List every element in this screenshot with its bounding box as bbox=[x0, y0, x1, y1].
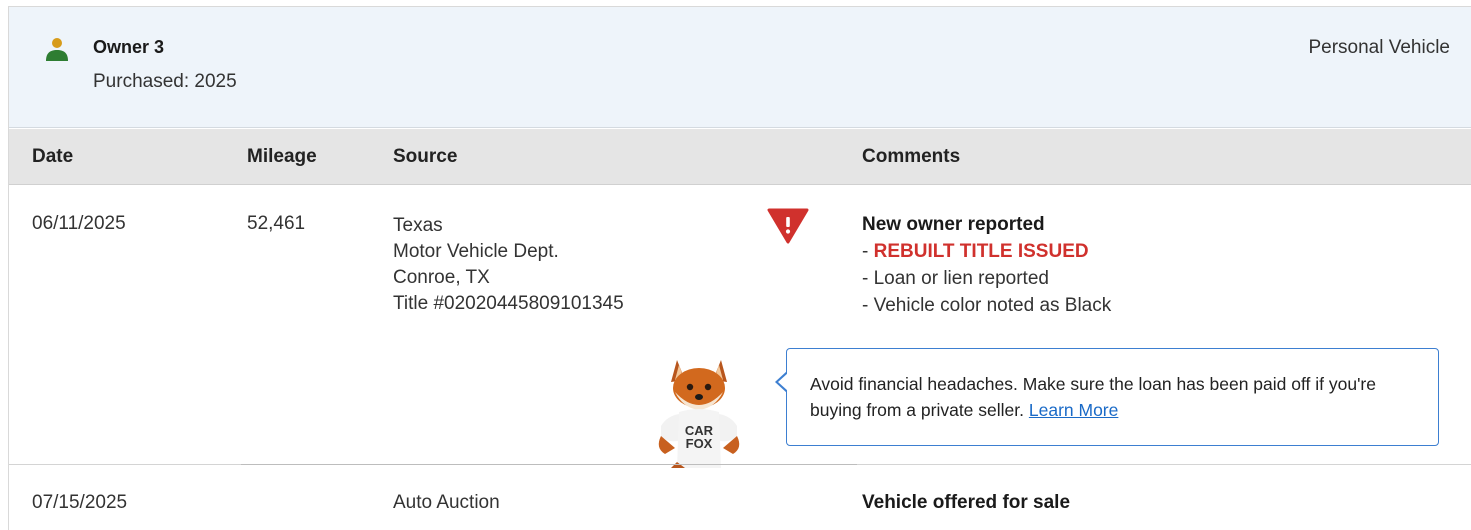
row-date: 06/11/2025 bbox=[32, 213, 126, 234]
carfox-tip-callout: Avoid financial headaches. Make sure the… bbox=[775, 348, 1439, 446]
learn-more-link[interactable]: Learn More bbox=[1029, 400, 1119, 420]
comment-title: Vehicle offered for sale bbox=[862, 492, 1071, 513]
table-header-row: Date Mileage Source Comments bbox=[9, 129, 1471, 185]
row-comments: New owner reported - REBUILT TITLE ISSUE… bbox=[862, 211, 1111, 319]
callout-pointer-fill bbox=[777, 373, 788, 391]
column-header-date: Date bbox=[32, 146, 74, 167]
comment-bullet: - bbox=[862, 295, 874, 316]
row-source: Auto Auction bbox=[393, 492, 500, 513]
comment-bullet: - bbox=[862, 268, 874, 289]
comment-bullet: - bbox=[862, 241, 874, 262]
row-divider bbox=[9, 464, 241, 465]
row-date: 07/15/2025 bbox=[32, 492, 128, 513]
comment-item-text: Vehicle color noted as Black bbox=[873, 295, 1112, 316]
row-divider bbox=[241, 464, 857, 465]
tip-text: Avoid financial headaches. Make sure the… bbox=[810, 371, 1420, 423]
comment-item: - REBUILT TITLE ISSUED bbox=[862, 238, 1111, 265]
row-mileage: 52,461 bbox=[247, 213, 306, 234]
source-line: Motor Vehicle Dept. bbox=[393, 241, 559, 262]
row-divider bbox=[857, 464, 1471, 465]
owner-name: Owner 3 bbox=[93, 37, 165, 57]
column-header-source: Source bbox=[393, 146, 458, 167]
owner-history-card: Owner 3 Purchased: 2025 Personal Vehicle… bbox=[8, 6, 1471, 530]
column-header-comments: Comments bbox=[862, 146, 961, 167]
vehicle-use-type: Personal Vehicle bbox=[1308, 37, 1450, 58]
person-icon bbox=[46, 38, 68, 61]
column-header-mileage: Mileage bbox=[247, 146, 317, 167]
source-line: Texas bbox=[393, 215, 443, 236]
comment-item: - Loan or lien reported bbox=[862, 265, 1111, 292]
source-line: Conroe, TX bbox=[393, 267, 490, 288]
row-source: Texas Motor Vehicle Dept. Conroe, TX Tit… bbox=[393, 213, 624, 317]
rebuilt-title-alert: REBUILT TITLE ISSUED bbox=[873, 241, 1089, 262]
carfox-mascot-icon: CAR FOX bbox=[658, 360, 740, 468]
source-line: Title #02020445809101345 bbox=[393, 293, 624, 314]
mascot-shirt-text: FOX bbox=[686, 436, 713, 451]
comment-title: New owner reported bbox=[862, 214, 1045, 235]
warning-shield-icon bbox=[767, 208, 809, 244]
comment-item-text: Loan or lien reported bbox=[873, 268, 1049, 289]
owner-purchased-year: Purchased: 2025 bbox=[93, 71, 237, 92]
comment-item: - Vehicle color noted as Black bbox=[862, 292, 1111, 319]
owner-header: Owner 3 Purchased: 2025 Personal Vehicle bbox=[9, 7, 1471, 128]
